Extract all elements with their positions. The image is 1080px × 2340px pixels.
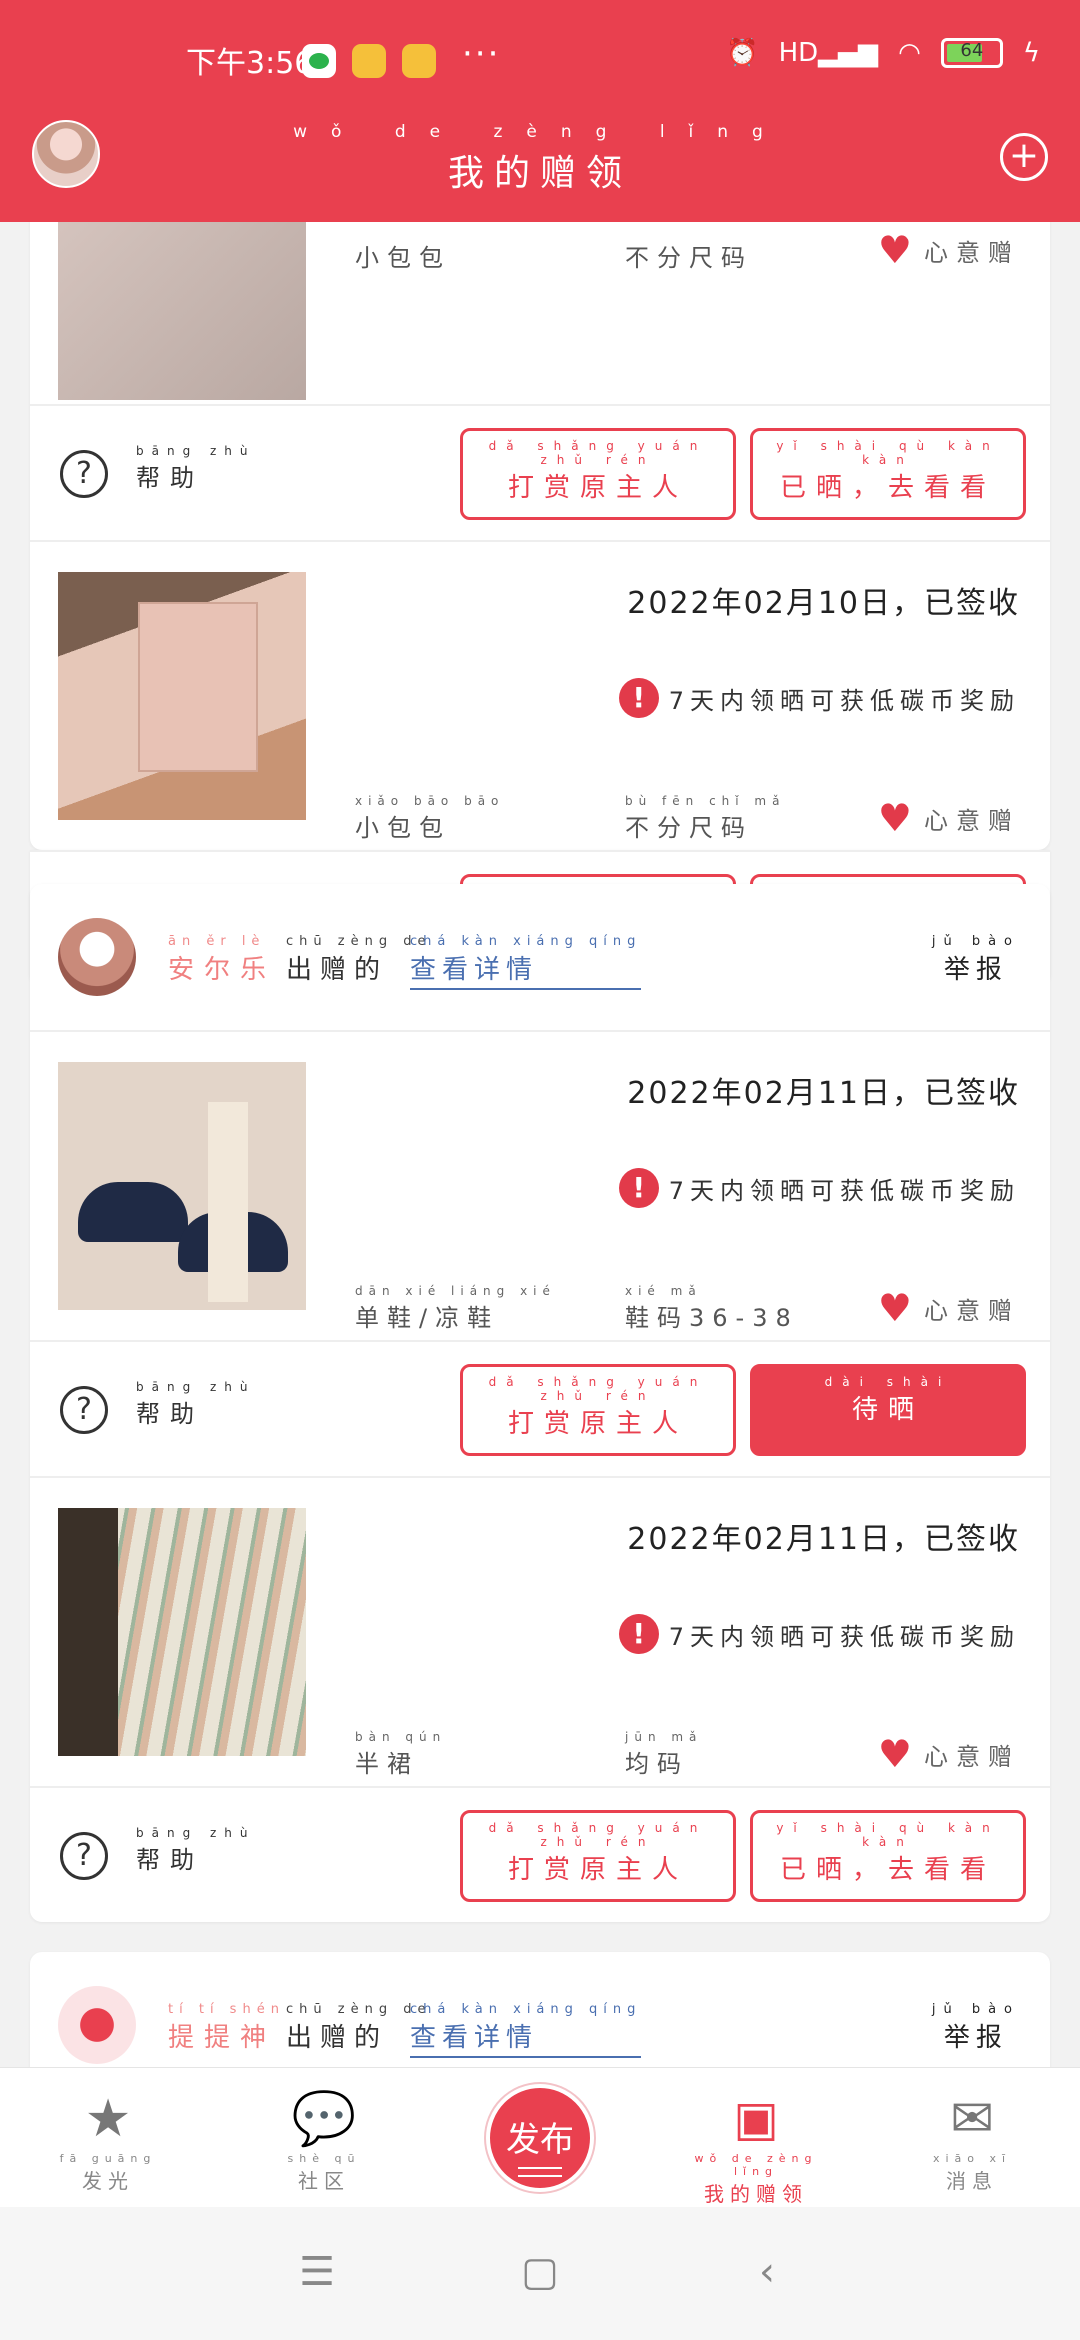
battery-icon: 64 bbox=[940, 38, 1003, 68]
wifi-icon: ◠ bbox=[898, 38, 921, 68]
warning-icon: ! bbox=[618, 678, 659, 718]
item-size: jūn mǎ 均码 bbox=[625, 1730, 703, 1778]
reward-owner-button[interactable]: dǎ shǎng yuán zhǔ rén打赏原主人 bbox=[460, 1810, 736, 1902]
seller-avatar[interactable] bbox=[58, 1986, 136, 2064]
gift-card: tí tí shén 提提神 chū zèng de 出赠的 chá kàn xiá… bbox=[30, 1952, 1050, 2067]
status-time: 下午3:56 bbox=[186, 46, 314, 81]
heart-icon: ♥ bbox=[877, 228, 912, 272]
more-notifications-icon: ··· bbox=[462, 34, 501, 74]
heart-icon: ♥ bbox=[877, 1286, 912, 1330]
report-button[interactable]: jǔ bào 举报 bbox=[932, 2002, 1020, 2054]
seller-avatar[interactable] bbox=[58, 918, 136, 996]
view-details-link[interactable]: chá kàn xiáng qíng 查看详情 bbox=[410, 934, 642, 990]
item-name: xiǎo bāo bāo 小包包 bbox=[355, 794, 505, 842]
heart-icon: ♥ bbox=[877, 796, 912, 840]
seller-row: ān ěr lè 安尔乐 chū zèng de 出赠的 chá kàn xiáng… bbox=[30, 884, 1050, 1030]
app-header: 下午3:56 ··· ⏰ HD▂▄▆ ◠ 64 ϟ wǒ de zèng lǐn… bbox=[0, 0, 1080, 222]
reward-notice: ! 7天内领晒可获低碳币奖励 bbox=[618, 1614, 1020, 1654]
seller-name[interactable]: tí tí shén 提提神 bbox=[168, 2002, 285, 2054]
gift-list[interactable]: 小包包 不分尺码 ♥ 心意赠 ? bāng zhù 帮助 dǎ shǎng yuán… bbox=[0, 222, 1080, 2067]
reward-notice: ! 7天内领晒可获低碳币奖励 bbox=[618, 1168, 1020, 1208]
item-photo[interactable] bbox=[58, 1508, 306, 1756]
item-row-partial: 小包包 不分尺码 ♥ 心意赠 bbox=[30, 222, 1050, 404]
item-name: bàn qún 半裙 bbox=[355, 1730, 447, 1778]
page-title: wǒ de zèng lǐng 我的赠领 bbox=[293, 122, 787, 194]
item-row: 2022年02月11日，已签收 ! 7天内领晒可获低碳币奖励 dān xié li… bbox=[30, 1030, 1050, 1340]
heart-gift: ♥ 心意赠 bbox=[877, 1286, 1020, 1330]
item-photo[interactable] bbox=[58, 222, 306, 400]
item-photo[interactable] bbox=[58, 572, 306, 820]
pending-share-button[interactable]: dài shài 待晒 bbox=[750, 1364, 1026, 1456]
help-label[interactable]: bāng zhù帮助 bbox=[136, 1380, 256, 1429]
item-photo[interactable] bbox=[58, 1062, 306, 1310]
heart-gift: ♥ 心意赠 bbox=[877, 228, 1020, 272]
seller-name[interactable]: ān ěr lè 安尔乐 bbox=[168, 934, 276, 986]
star-icon: ★ bbox=[84, 2089, 132, 2149]
heart-gift: ♥ 心意赠 bbox=[877, 1732, 1020, 1776]
reward-owner-button[interactable]: dǎ shǎng yuán zhǔ rén打赏原主人 bbox=[460, 1364, 736, 1456]
sign-date: 2022年02月11日，已签收 bbox=[627, 1076, 1020, 1111]
chat-app-icon bbox=[352, 44, 386, 78]
help-icon[interactable]: ? bbox=[60, 1386, 108, 1434]
system-nav-bar: ☰ ▢ ‹ bbox=[0, 2207, 1080, 2340]
signal-icon: HD▂▄▆ bbox=[778, 38, 879, 68]
help-label[interactable]: bāng zhù帮助 bbox=[136, 444, 256, 493]
item-row: 2022年02月11日，已签收 ! 7天内领晒可获低碳币奖励 bàn qún 半裙 … bbox=[30, 1476, 1050, 1786]
mail-icon: ✉ bbox=[950, 2089, 994, 2149]
sign-date: 2022年02月10日，已签收 bbox=[627, 586, 1020, 621]
warning-icon: ! bbox=[618, 1168, 659, 1208]
view-details-link[interactable]: chá kàn xiáng qíng 查看详情 bbox=[410, 2002, 642, 2058]
cards-icon: ▣ bbox=[733, 2091, 779, 2147]
nav-community[interactable]: 💬 shè qū 社区 bbox=[254, 2090, 394, 2194]
wechat-icon bbox=[302, 44, 336, 78]
seller-row: tí tí shén 提提神 chū zèng de 出赠的 chá kàn xiá… bbox=[30, 1952, 1050, 2067]
publish-button[interactable]: 发布 bbox=[486, 2084, 594, 2192]
help-label[interactable]: bāng zhù帮助 bbox=[136, 1826, 256, 1875]
reward-notice: ! 7天内领晒可获低碳币奖励 bbox=[618, 678, 1020, 718]
nav-discover[interactable]: ★ fā guāng 发光 bbox=[38, 2090, 178, 2194]
warning-icon: ! bbox=[618, 1614, 659, 1654]
chat-app-icon-2 bbox=[402, 44, 436, 78]
item-size: bù fēn chǐ mǎ 不分尺码 bbox=[625, 794, 786, 842]
item-size: xié mǎ 鞋码36-38 bbox=[625, 1284, 799, 1332]
help-icon[interactable]: ? bbox=[60, 1832, 108, 1880]
charging-icon: ϟ bbox=[1022, 38, 1040, 68]
nav-my-gifts[interactable]: ▣ wǒ de zèng lǐng 我的赠领 bbox=[686, 2090, 826, 2207]
nav-messages[interactable]: ✉ xiāo xī 消息 bbox=[902, 2090, 1042, 2194]
chat-bubble-icon: 💬 bbox=[291, 2089, 357, 2149]
report-button[interactable]: jǔ bào 举报 bbox=[932, 934, 1020, 986]
heart-gift: ♥ 心意赠 bbox=[877, 796, 1020, 840]
bottom-nav: ★ fā guāng 发光 💬 shè qū 社区 发布 ▣ wǒ de zèn… bbox=[0, 2067, 1080, 2207]
menu-icon[interactable]: ☰ bbox=[292, 2247, 342, 2297]
item-name: dān xié liáng xié 单鞋/凉鞋 bbox=[355, 1284, 556, 1332]
view-shared-button[interactable]: yǐ shài qù kàn kàn已晒，去看看 bbox=[750, 1810, 1026, 1902]
menu-lines-icon bbox=[518, 2167, 562, 2177]
status-bar: 下午3:56 ··· ⏰ HD▂▄▆ ◠ 64 ϟ bbox=[0, 32, 1080, 92]
action-row: ? bāng zhù帮助 dǎ shǎng yuán zhǔ rén打赏原主人 … bbox=[30, 1786, 1050, 1922]
action-row: ? bāng zhù帮助 dǎ shǎng yuán zhǔ rén打赏原主人 … bbox=[30, 404, 1050, 540]
view-shared-button[interactable]: yǐ shài qù kàn kàn已晒，去看看 bbox=[750, 428, 1026, 520]
gift-card: ān ěr lè 安尔乐 chū zèng de 出赠的 chá kàn xiáng… bbox=[30, 884, 1050, 1922]
sign-date: 2022年02月11日，已签收 bbox=[627, 1522, 1020, 1557]
status-right: ⏰ HD▂▄▆ ◠ 64 ϟ bbox=[726, 38, 1040, 68]
item-row: 2022年02月10日，已签收 ! 7天内领晒可获低碳币奖励 xiǎo bāo b… bbox=[30, 540, 1050, 850]
action-row: ? bāng zhù帮助 dǎ shǎng yuán zhǔ rén打赏原主人 … bbox=[30, 1340, 1050, 1476]
gift-card: 小包包 不分尺码 ♥ 心意赠 ? bāng zhù 帮助 dǎ shǎng yuán… bbox=[30, 222, 1050, 850]
alarm-icon: ⏰ bbox=[726, 38, 759, 68]
add-button[interactable]: + bbox=[1000, 133, 1048, 181]
back-icon[interactable]: ‹ bbox=[742, 2247, 792, 2297]
home-icon[interactable]: ▢ bbox=[515, 2247, 565, 2297]
heart-icon: ♥ bbox=[877, 1732, 912, 1776]
reward-owner-button[interactable]: dǎ shǎng yuán zhǔ rén打赏原主人 bbox=[460, 428, 736, 520]
help-icon[interactable]: ? bbox=[60, 450, 108, 498]
